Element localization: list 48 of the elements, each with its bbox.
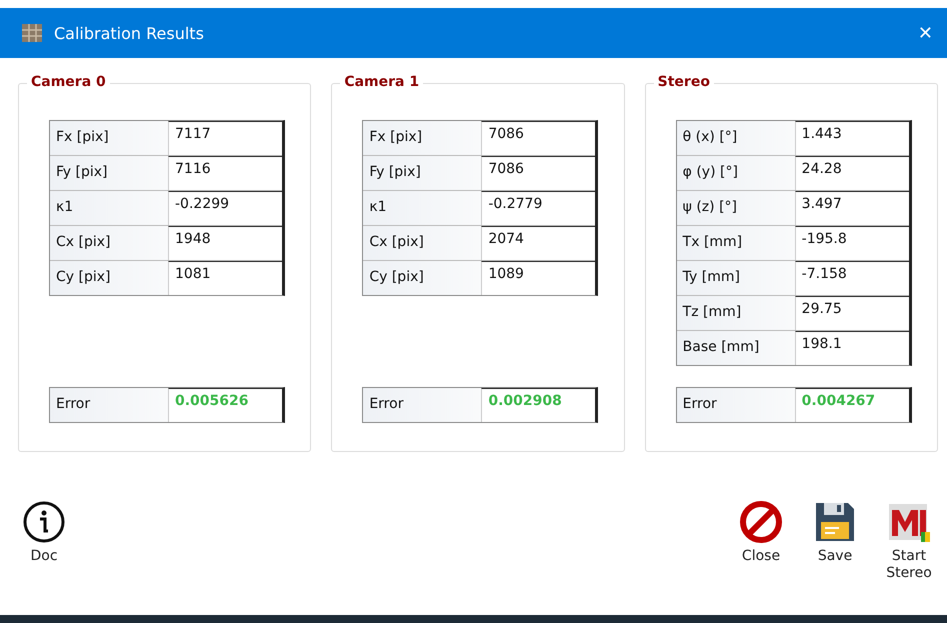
- parameter-label: Cy [pix]: [50, 261, 168, 295]
- parameter-label: Cx [pix]: [50, 226, 168, 260]
- parameter-value: 7086: [481, 156, 596, 190]
- stereo-button[interactable]: Start Stereo: [879, 500, 939, 582]
- parameter-value: -195.8: [794, 226, 909, 260]
- parameter-value: 3.497: [794, 191, 909, 225]
- parameter-label: Tx [mm]: [676, 226, 795, 260]
- parameter-label: Fy [pix]: [50, 156, 168, 190]
- error-label: Error: [676, 388, 795, 422]
- parameter-value: 7086: [481, 121, 596, 155]
- parameter-label: ψ (z) [°]: [676, 191, 795, 225]
- parameter-value: 7116: [168, 156, 282, 190]
- parameter-value: -7.158: [794, 261, 909, 295]
- error-value: 0.002908: [481, 388, 596, 422]
- save-button[interactable]: Save: [805, 500, 865, 582]
- prohibited-icon: [739, 500, 783, 544]
- parameter-label: Fx [pix]: [50, 121, 168, 155]
- parameter-value: -0.2299: [168, 191, 282, 225]
- parameter-label: Fx [pix]: [363, 121, 482, 155]
- app-icon: [22, 24, 42, 42]
- parameter-label: κ1: [363, 191, 482, 225]
- error-label: Error: [363, 388, 482, 422]
- parameter-value: 29.75: [794, 296, 909, 330]
- parameter-label: Cy [pix]: [363, 261, 482, 295]
- window-title: Calibration Results: [54, 24, 205, 42]
- parameter-value: 1081: [168, 261, 282, 295]
- parameter-value: 1948: [168, 226, 282, 260]
- parameter-value: 1.443: [794, 121, 909, 155]
- doc-button[interactable]: Doc: [14, 500, 74, 565]
- close-button[interactable]: Close: [731, 500, 791, 582]
- parameter-label: θ (x) [°]: [676, 121, 795, 155]
- error-label: Error: [50, 388, 168, 422]
- parameter-label: Ty [mm]: [676, 261, 795, 295]
- parameter-value: 24.28: [794, 156, 909, 190]
- parameter-label: Base [mm]: [676, 331, 795, 365]
- parameter-label: Tz [mm]: [676, 296, 795, 330]
- info-icon: [22, 500, 66, 544]
- parameter-label: Fy [pix]: [363, 156, 482, 190]
- parameter-value: -0.2779: [481, 191, 596, 225]
- parameter-value: 7117: [168, 121, 282, 155]
- error-value: 0.004267: [794, 388, 909, 422]
- parameter-label: Cx [pix]: [363, 226, 482, 260]
- parameter-label: κ1: [50, 191, 168, 225]
- error-value: 0.005626: [168, 388, 282, 422]
- parameter-value: 1089: [481, 261, 596, 295]
- parameter-label: φ (y) [°]: [676, 156, 795, 190]
- parameter-value: 198.1: [794, 331, 909, 365]
- parameter-value: 2074: [481, 226, 596, 260]
